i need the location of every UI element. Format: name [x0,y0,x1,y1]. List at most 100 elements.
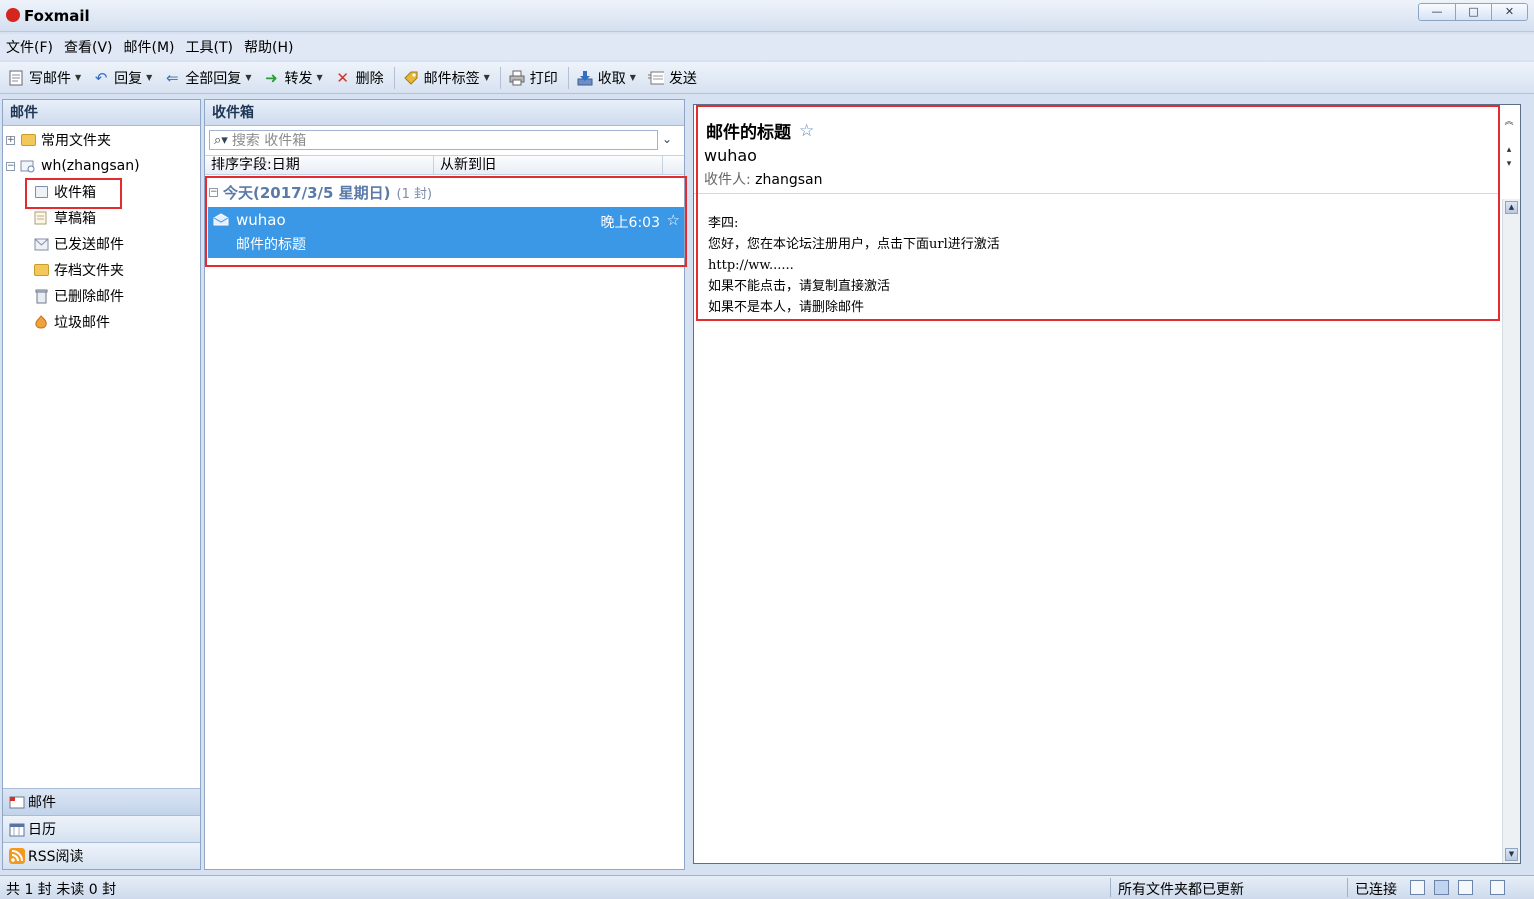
mail-group-header[interactable]: − 今天(2017/3/5 星期日) (1 封) [209,181,432,203]
minimize-button[interactable]: — [1419,4,1455,20]
folder-panel-header: 邮件 [3,100,200,126]
chevron-down-icon[interactable]: ▼ [245,73,251,82]
body-line: 李四: [708,216,739,231]
chevron-down-icon[interactable]: ▼ [630,73,636,82]
layout-view-3-icon[interactable] [1458,880,1473,895]
layout-view-4-icon[interactable] [1490,880,1505,895]
header-scroll[interactable]: ︽ ▴ ▾ [1502,115,1516,170]
sort-order[interactable]: 从新到旧 [434,156,663,174]
delete-button[interactable]: ✕ 删除 [333,65,386,91]
reader-sender[interactable]: wuhao [704,146,757,165]
star-icon[interactable]: ☆ [667,211,680,229]
chevron-down-icon[interactable]: ▼ [75,73,81,82]
reply-all-button[interactable]: ⇐ 全部回复 ▼ [162,65,253,91]
toolbar-separator [393,66,395,89]
group-count: (1 封) [396,186,433,202]
status-updated: 所有文件夹都已更新 [1118,882,1244,898]
rss-icon [9,848,25,864]
trash-icon [33,289,49,303]
reply-button[interactable]: ↶ 回复 ▼ [91,65,154,91]
close-button[interactable]: ✕ [1491,4,1527,20]
reader-recipient-row: 收件人: zhangsan [704,169,822,189]
inbox-label: 收件箱 [54,185,96,201]
search-placeholder: 搜索 收件箱 [231,133,307,149]
recipient-label: 收件人: [704,172,751,188]
menu-file[interactable]: 文件(F) [6,37,53,57]
layout-view-2-icon[interactable] [1434,880,1449,895]
tab-mail-label: 邮件 [28,795,56,811]
menu-help[interactable]: 帮助(H) [244,37,293,57]
toolbar-separator [499,66,501,89]
sent-icon [33,237,49,251]
tag-button[interactable]: 邮件标签 ▼ [401,65,492,91]
reader-subject: 邮件的标题 [706,123,791,143]
module-tabs: 邮件 日历 RSS阅读 [3,788,200,869]
status-counts: 共 1 封 未读 0 封 [6,882,117,898]
menu-mail[interactable]: 邮件(M) [124,37,175,57]
sidebar-item-inbox[interactable]: 收件箱 [33,181,96,203]
double-chevron-down-icon[interactable]: ⌄ [662,132,672,146]
sidebar-item-sent[interactable]: 已发送邮件 [33,233,124,255]
layout-view-1-icon[interactable] [1410,880,1425,895]
inbox-icon [33,185,49,199]
collapse-icon[interactable]: − [209,187,218,197]
printer-icon [509,70,525,86]
receive-button[interactable]: 收取 ▼ [575,65,638,91]
folder-panel: 邮件 + 常用文件夹 − wh(zhangsan) 收件箱 草稿箱 已发送邮件 … [2,99,201,870]
sidebar-item-drafts[interactable]: 草稿箱 [33,207,96,229]
compose-label: 写邮件 [29,70,71,87]
drafts-label: 草稿箱 [54,211,96,227]
sidebar-item-archive[interactable]: 存档文件夹 [33,259,124,281]
tab-rss[interactable]: RSS阅读 [3,842,200,869]
tree-node-account[interactable]: − wh(zhangsan) [6,155,140,177]
tree-node-common-folders[interactable]: + 常用文件夹 [6,129,111,151]
reply-all-icon: ⇐ [166,68,179,87]
maximize-button[interactable]: □ [1455,4,1491,20]
tab-mail[interactable]: 邮件 [3,788,200,815]
print-label: 打印 [529,70,558,87]
envelope-open-icon [213,213,229,226]
status-bar: 共 1 封 未读 0 封 所有文件夹都已更新 已连接 [0,875,1534,899]
menu-tools[interactable]: 工具(T) [186,37,233,57]
search-input[interactable]: ⌕▾ 搜索 收件箱 [209,130,658,150]
collapse-icon[interactable]: − [6,161,15,171]
body-line: 如果不能点击，请复制直接激活 [708,279,891,294]
reply-label: 回复 [114,70,143,87]
scroll-up-icon[interactable]: ▲ [1505,201,1518,214]
send-button[interactable]: 发送 [646,65,699,91]
tab-calendar[interactable]: 日历 [3,815,200,842]
junk-label: 垃圾邮件 [54,315,110,331]
title-bar: Foxmail — □ ✕ [0,0,1534,32]
body-line: http://ww...... [708,258,794,273]
receive-label: 收取 [597,70,626,87]
scroll-down-icon[interactable]: ▼ [1505,848,1518,861]
group-title: 今天(2017/3/5 星期日) [223,183,391,202]
status-connection: 已连接 [1355,882,1397,898]
star-icon[interactable]: ☆ [799,121,814,141]
app-title: Foxmail [24,7,90,25]
recipient-name[interactable]: zhangsan [755,172,822,188]
status-divider [1347,878,1348,897]
status-divider [1110,878,1111,897]
expand-icon[interactable]: + [6,135,15,145]
folder-icon [20,133,36,147]
menu-view[interactable]: 查看(V) [64,37,113,57]
tag-label: 邮件标签 [423,70,480,87]
chevron-down-icon[interactable]: ▼ [146,73,152,82]
reader-subject-row: 邮件的标题 ☆ [706,118,814,144]
sidebar-item-deleted[interactable]: 已删除邮件 [33,285,124,307]
sidebar-item-junk[interactable]: 垃圾邮件 [33,311,110,333]
mail-list-item[interactable]: wuhao 晚上6:03 ☆ 邮件的标题 [208,207,684,258]
chevron-down-icon[interactable]: ▼ [484,73,490,82]
print-button[interactable]: 打印 [507,65,560,91]
archive-label: 存档文件夹 [54,263,124,279]
forward-button[interactable]: ➜ 转发 ▼ [261,65,324,91]
sort-field[interactable]: 排序字段:日期 [205,156,434,174]
mail-body: 李四: 您好，您在本论坛注册用户，点击下面url进行激活 http://ww..… [708,213,1000,318]
search-icon[interactable]: ⌕▾ [214,133,228,148]
reader-scrollbar[interactable]: ▲ ▼ [1502,199,1520,863]
toolbar: 写邮件 ▼ ↶ 回复 ▼ ⇐ 全部回复 ▼ ➜ 转发 ▼ ✕ 删除 邮件标签 ▼ 打印 收… [0,62,1534,94]
chevron-down-icon[interactable]: ▼ [316,73,322,82]
compose-button[interactable]: 写邮件 ▼ [6,65,83,91]
reply-all-label: 全部回复 [185,70,242,87]
